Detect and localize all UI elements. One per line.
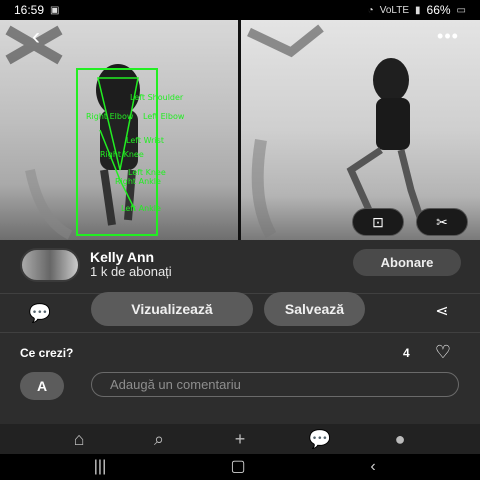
image-divider — [238, 20, 241, 240]
comments-heading: Ce crezi? — [20, 346, 74, 360]
view-button[interactable]: Vizualizează — [91, 292, 253, 326]
visual-search-button[interactable]: ⊡ — [352, 208, 404, 236]
more-dots-icon: ••• — [437, 26, 459, 46]
search-icon: ⌕ — [153, 429, 165, 449]
lens-search-icon: ⊡ — [372, 214, 384, 230]
back-nav-icon: ‹ — [370, 458, 376, 475]
pose-label: Left Elbow — [143, 112, 185, 121]
plus-icon: + — [234, 429, 246, 449]
image-right-panel — [241, 20, 480, 240]
profile-icon: ● — [394, 429, 406, 449]
battery-level: 66% — [426, 3, 451, 17]
tab-profile[interactable]: ● — [385, 427, 415, 451]
tab-messages[interactable]: 💬 — [305, 427, 335, 451]
like-button[interactable]: ♡ — [429, 341, 457, 365]
follow-button[interactable]: Abonare — [353, 249, 461, 276]
speech-bubble-icon: 💬 — [28, 303, 52, 323]
like-count: 4 — [403, 346, 410, 360]
save-button[interactable]: Salvează — [264, 292, 365, 326]
network-label: VoLTE — [379, 4, 409, 16]
wifi-icon: ◔ — [367, 4, 374, 16]
back-nav-button[interactable]: ‹ — [358, 456, 388, 478]
back-button[interactable]: ‹ — [22, 24, 50, 52]
share-icon: ⋖ — [435, 303, 449, 320]
heart-icon: ♡ — [434, 342, 452, 362]
comment-button[interactable]: 💬 — [26, 300, 54, 326]
author-row: Kelly Ann 1 k de abonați Abonare — [0, 240, 480, 290]
share-button[interactable]: ⋖ — [428, 300, 456, 324]
home-icon: ⌂ — [73, 429, 85, 449]
pose-figure-right — [247, 24, 425, 238]
pin-details-panel: Kelly Ann 1 k de abonați Abonare 💬 Vizua… — [0, 240, 480, 424]
chat-icon: 💬 — [308, 429, 332, 449]
author-avatar[interactable] — [20, 248, 80, 282]
pose-label: Right Elbow — [86, 112, 134, 121]
recent-apps-button[interactable]: ||| — [85, 456, 115, 478]
tab-search[interactable]: ⌕ — [144, 427, 174, 451]
recent-apps-icon: ||| — [93, 458, 107, 475]
cutout-button[interactable]: ✂ — [416, 208, 468, 236]
pose-label: Left Shoulder — [130, 93, 184, 102]
battery-icon: ▭ — [456, 4, 466, 16]
bottom-tab-bar: ⌂ ⌕ + 💬 ● — [0, 424, 480, 454]
scissors-icon: ✂ — [436, 214, 448, 230]
pose-label: Left Ankle — [121, 204, 161, 213]
tab-create[interactable]: + — [225, 427, 255, 451]
pin-image[interactable]: ‹ ••• Left Shoulder Right Elbow Left Elb… — [0, 20, 480, 240]
pose-label: Right Knee — [100, 150, 144, 159]
section-divider — [0, 332, 480, 333]
author-followers: 1 k de abonați — [90, 264, 172, 279]
home-button[interactable]: ▢ — [223, 456, 253, 478]
clock: 16:59 — [14, 3, 45, 17]
pose-label: Left Knee — [128, 168, 166, 177]
signal-icon: ▮ — [415, 4, 421, 16]
author-name[interactable]: Kelly Ann — [90, 249, 154, 265]
pose-label: Right Ankle — [115, 177, 161, 186]
tab-home[interactable]: ⌂ — [64, 427, 94, 451]
system-navigation-bar: ||| ▢ ‹ — [0, 454, 480, 480]
more-options-button[interactable]: ••• — [434, 26, 462, 46]
back-arrow-icon: ‹ — [32, 23, 40, 50]
image-notification-icon: ▣ — [50, 4, 60, 16]
status-bar: 16:59 ▣ ◔ VoLTE ▮ 66% ▭ — [0, 0, 480, 20]
comment-input[interactable] — [91, 372, 459, 397]
home-button-icon: ▢ — [230, 458, 246, 475]
user-avatar[interactable]: A — [20, 372, 64, 400]
pose-label: Left Wrist — [126, 136, 164, 145]
